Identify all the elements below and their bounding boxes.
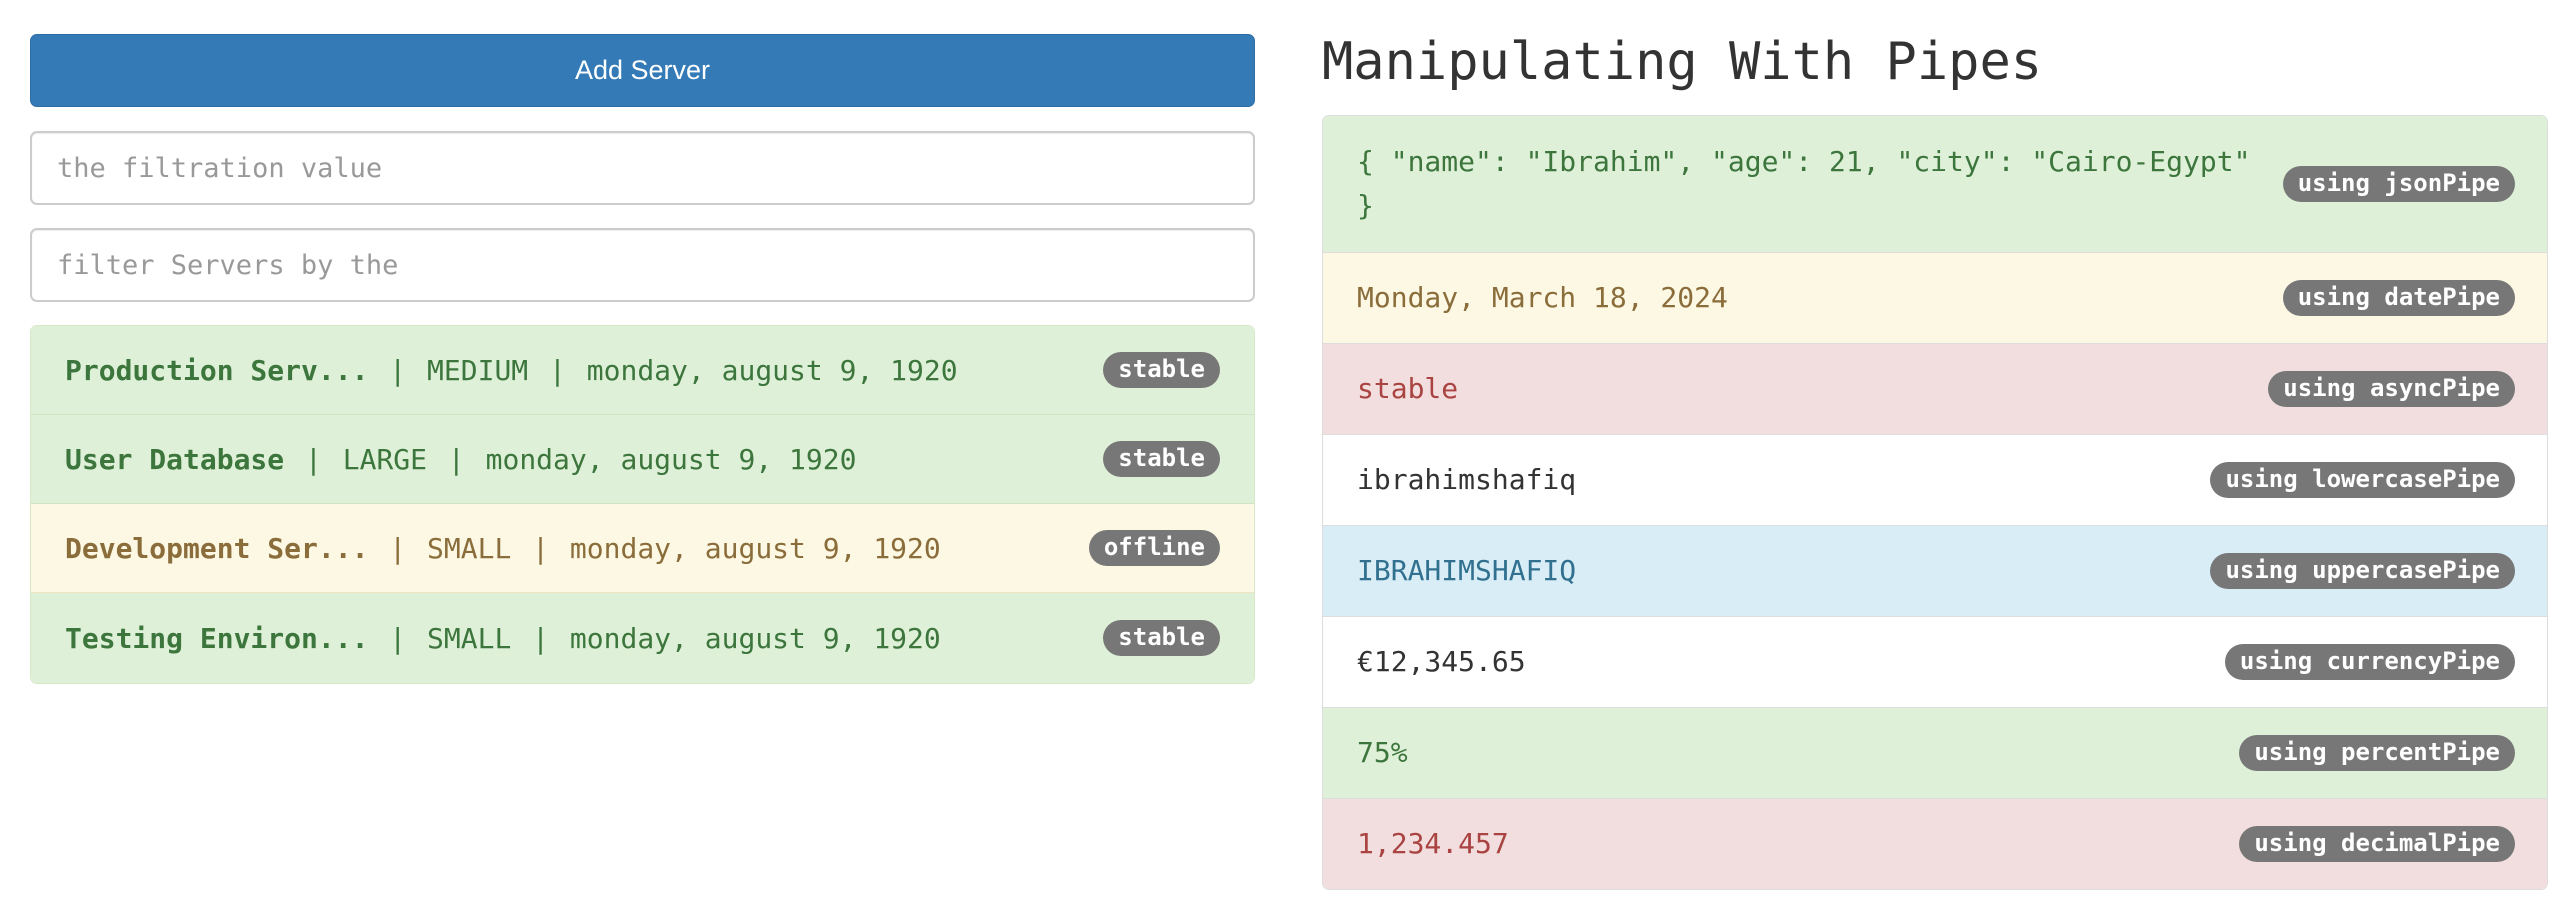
pipe-badge: using uppercasePipe <box>2210 553 2515 589</box>
separator: | <box>532 531 550 565</box>
status-badge: stable <box>1103 620 1220 656</box>
server-date: monday, august 9, 1920 <box>569 531 941 565</box>
pipe-output: stable <box>1357 372 1459 405</box>
server-info: Development Ser... | SMALL | monday, aug… <box>65 532 941 565</box>
pipe-output: { "name": "Ibrahim", "age": 21, "city": … <box>1357 145 2251 222</box>
separator: | <box>389 353 407 387</box>
pipe-badge: using lowercasePipe <box>2210 462 2515 498</box>
server-info: Testing Environ... | SMALL | monday, aug… <box>65 622 941 655</box>
server-info: User Database | LARGE | monday, august 9… <box>65 443 856 476</box>
pipe-output: 75% <box>1357 736 1408 769</box>
server-date: monday, august 9, 1920 <box>485 442 857 476</box>
server-size: MEDIUM <box>427 353 529 387</box>
list-item: 1,234.457 using decimalPipe <box>1323 799 2547 889</box>
server-size: SMALL <box>427 621 512 655</box>
list-item[interactable]: Production Serv... | MEDIUM | monday, au… <box>31 326 1254 415</box>
pipe-output: €12,345.65 <box>1357 645 1526 678</box>
separator: | <box>447 442 465 476</box>
list-item: IBRAHIMSHAFIQ using uppercasePipe <box>1323 526 2547 617</box>
server-size: LARGE <box>342 442 428 476</box>
pipe-output: 1,234.457 <box>1357 827 1509 860</box>
status-badge: offline <box>1088 530 1220 566</box>
status-badge: stable <box>1103 441 1220 477</box>
server-name: Testing Environ... <box>65 621 369 655</box>
page-title: Manipulating With Pipes <box>1322 32 2043 92</box>
list-item[interactable]: Testing Environ... | SMALL | monday, aug… <box>31 593 1254 683</box>
separator: | <box>389 531 407 565</box>
server-size: SMALL <box>427 531 512 565</box>
pipe-badge: using currencyPipe <box>2224 644 2515 680</box>
list-item[interactable]: Development Ser... | SMALL | monday, aug… <box>31 504 1254 593</box>
list-item[interactable]: User Database | LARGE | monday, august 9… <box>31 415 1254 504</box>
server-list: Production Serv... | MEDIUM | monday, au… <box>30 325 1255 684</box>
pipe-output: ibrahimshafiq <box>1357 463 1577 496</box>
pipe-badge: using asyncPipe <box>2268 371 2515 407</box>
separator: | <box>532 621 550 655</box>
separator: | <box>389 621 407 655</box>
server-name: Development Ser... <box>65 531 369 565</box>
add-server-button[interactable]: Add Server <box>30 34 1255 107</box>
pipe-badge: using percentPipe <box>2239 735 2515 771</box>
pipe-badge: using jsonPipe <box>2282 166 2515 202</box>
server-info: Production Serv... | MEDIUM | monday, au… <box>65 354 958 387</box>
filtration-value-input[interactable] <box>30 131 1255 205</box>
status-badge: stable <box>1103 352 1220 388</box>
list-item: Monday, March 18, 2024 using datePipe <box>1323 253 2547 344</box>
pipes-list: { "name": "Ibrahim", "age": 21, "city": … <box>1322 115 2548 890</box>
list-item: stable using asyncPipe <box>1323 344 2547 435</box>
list-item: €12,345.65 using currencyPipe <box>1323 617 2547 708</box>
server-date: monday, august 9, 1920 <box>569 621 941 655</box>
pipe-output: IBRAHIMSHAFIQ <box>1357 554 1577 587</box>
pipe-badge: using datePipe <box>2282 280 2515 316</box>
filter-servers-input[interactable] <box>30 228 1255 302</box>
pipe-output: Monday, March 18, 2024 <box>1357 281 1728 314</box>
list-item: { "name": "Ibrahim", "age": 21, "city": … <box>1323 116 2547 253</box>
separator: | <box>305 442 322 476</box>
pipe-badge: using decimalPipe <box>2239 826 2515 862</box>
server-name: Production Serv... <box>65 353 369 387</box>
server-date: monday, august 9, 1920 <box>586 353 958 387</box>
separator: | <box>549 353 566 387</box>
list-item: ibrahimshafiq using lowercasePipe <box>1323 435 2547 526</box>
server-name: User Database <box>65 442 285 476</box>
list-item: 75% using percentPipe <box>1323 708 2547 799</box>
